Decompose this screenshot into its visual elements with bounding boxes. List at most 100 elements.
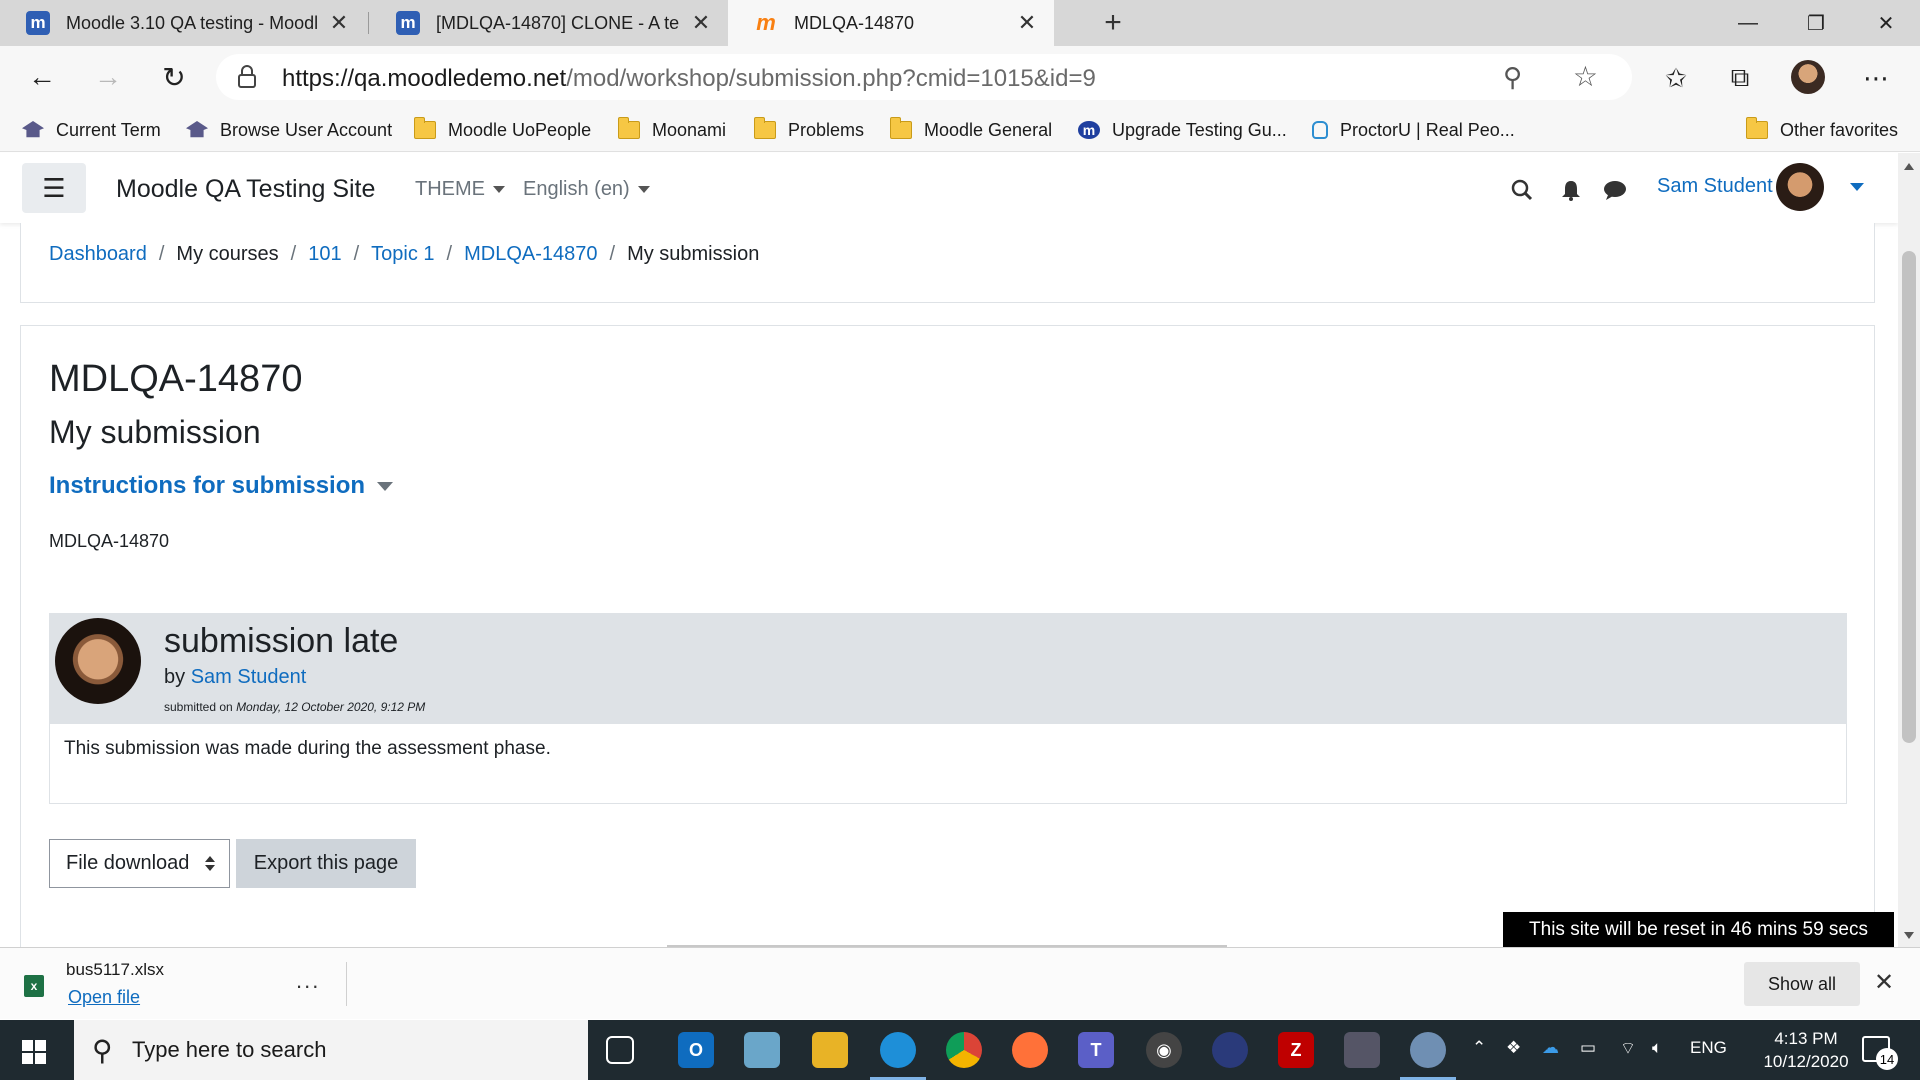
- breadcrumb-topic[interactable]: Topic 1: [371, 243, 434, 265]
- file-explorer-icon[interactable]: [812, 1032, 848, 1068]
- forward-button[interactable]: →: [86, 56, 130, 98]
- tray-chevron-up-icon[interactable]: ⌃: [1472, 1038, 1486, 1058]
- favorites-icon[interactable]: ✩: [1658, 60, 1694, 96]
- breadcrumb-card: Dashboard / My courses / 101 / Topic 1 / MDLQA-1…: [20, 223, 1875, 303]
- moodle-navbar: ☰ Moodle QA Testing Site THEME English (…: [0, 153, 1898, 223]
- bookmark-label: Other favorites: [1780, 119, 1899, 140]
- filezilla-icon[interactable]: Z: [1278, 1032, 1314, 1068]
- zoom-icon[interactable]: ⚲: [1503, 62, 1522, 93]
- scroll-up-icon[interactable]: [1904, 163, 1914, 170]
- tab-title: Moodle 3.10 QA testing - Moodl: [66, 12, 318, 33]
- volume-icon[interactable]: 🔈︎: [1652, 1038, 1662, 1058]
- vpn-lock-icon[interactable]: [1212, 1032, 1248, 1068]
- bookmark-proctoru[interactable]: ProctorU | Real Peo...: [1312, 116, 1515, 144]
- bookmark-label: Browse User Account: [220, 119, 393, 140]
- restore-button[interactable]: ❐: [1782, 0, 1850, 46]
- language-menu-label: English (en): [523, 178, 630, 200]
- breadcrumb-activity[interactable]: MDLQA-14870: [464, 243, 597, 265]
- download-more-button[interactable]: ...: [296, 968, 320, 994]
- drawer-toggle-button[interactable]: ☰: [22, 163, 86, 213]
- media-player-icon[interactable]: ◉: [1146, 1032, 1182, 1068]
- taskbar-search-box[interactable]: ⚲ Type here to search: [74, 1020, 588, 1080]
- teams-icon[interactable]: T: [1078, 1032, 1114, 1068]
- search-icon[interactable]: [1509, 177, 1535, 203]
- url-path: /mod/workshop/submission.php?cmid=1015&i…: [566, 65, 1096, 92]
- language-menu[interactable]: English (en): [523, 178, 650, 201]
- search-icon: ⚲: [92, 1035, 113, 1066]
- onedrive-cloud-icon[interactable]: ☁: [1542, 1038, 1559, 1058]
- input-language[interactable]: ENG: [1690, 1038, 1727, 1058]
- close-window-button[interactable]: ✕: [1852, 0, 1920, 46]
- bookmark-label: Current Term: [56, 119, 161, 140]
- open-file-link[interactable]: Open file: [68, 987, 140, 1008]
- firefox-icon[interactable]: [1012, 1032, 1048, 1068]
- browser-tab-3-active[interactable]: m MDLQA-14870 ✕: [728, 0, 1054, 46]
- close-icon[interactable]: ✕: [1014, 10, 1040, 36]
- submitted-on-date: Monday, 12 October 2020, 9:12 PM: [236, 700, 426, 714]
- refresh-button[interactable]: ↻: [152, 56, 196, 98]
- chrome-icon[interactable]: [946, 1032, 982, 1068]
- breadcrumb-course[interactable]: 101: [308, 243, 341, 265]
- user-menu-caret-icon[interactable]: [1850, 183, 1864, 191]
- minimize-button[interactable]: —: [1714, 0, 1782, 46]
- bookmark-moodle-general[interactable]: Moodle General: [890, 116, 1052, 144]
- back-button[interactable]: ←: [20, 56, 64, 98]
- notifications-bell-icon[interactable]: [1558, 177, 1584, 203]
- breadcrumb-dashboard[interactable]: Dashboard: [49, 243, 147, 265]
- show-all-downloads-button[interactable]: Show all: [1744, 962, 1860, 1006]
- divider: [346, 962, 347, 1006]
- close-icon[interactable]: ✕: [688, 10, 714, 36]
- browser-tab-strip: m Moodle 3.10 QA testing - Moodl ✕ m [MD…: [0, 0, 1920, 46]
- browser-tab-1[interactable]: m Moodle 3.10 QA testing - Moodl ✕: [0, 0, 366, 46]
- favorite-star-icon[interactable]: ☆: [1573, 60, 1598, 93]
- breadcrumb: Dashboard / My courses / 101 / Topic 1 / MDLQA-1…: [49, 243, 759, 266]
- export-page-button[interactable]: Export this page: [236, 839, 416, 888]
- site-name[interactable]: Moodle QA Testing Site: [116, 175, 375, 204]
- paint-icon[interactable]: [1400, 1032, 1456, 1080]
- windows-start-icon[interactable]: [22, 1040, 46, 1064]
- bookmark-label: Moodle General: [924, 119, 1053, 140]
- bookmark-other-favorites[interactable]: Other favorites: [1746, 116, 1898, 144]
- file-download-select[interactable]: File download: [49, 839, 230, 888]
- battery-icon[interactable]: ▭: [1580, 1038, 1596, 1058]
- windows-taskbar: ⚲ Type here to search O T ◉ Z ⌃ ❖ ☁ ▭ ⌔ …: [0, 1020, 1920, 1080]
- instructions-toggle[interactable]: Instructions for submission: [49, 472, 394, 500]
- scroll-down-icon[interactable]: [1904, 932, 1914, 939]
- edge-browser-icon[interactable]: [870, 1032, 926, 1080]
- theme-menu[interactable]: THEME: [415, 178, 505, 201]
- snipping-tool-icon[interactable]: [1344, 1032, 1380, 1068]
- bookmark-browse-user-account[interactable]: Browse User Account: [186, 116, 392, 144]
- user-name[interactable]: Sam Student: [1657, 175, 1773, 198]
- profile-avatar[interactable]: [1791, 60, 1825, 94]
- scroll-thumb[interactable]: [1902, 251, 1916, 743]
- collections-icon[interactable]: ⧉: [1722, 60, 1758, 96]
- bookmark-problems[interactable]: Problems: [754, 116, 864, 144]
- instructions-heading: Instructions for submission: [49, 472, 366, 499]
- action-center-icon[interactable]: 14: [1862, 1036, 1898, 1070]
- page-scrollbar[interactable]: [1898, 153, 1920, 947]
- notepad-icon[interactable]: [744, 1032, 780, 1068]
- messages-bubble-icon[interactable]: [1602, 177, 1628, 203]
- author-avatar[interactable]: [55, 618, 141, 704]
- more-menu-icon[interactable]: ⋯: [1858, 60, 1894, 96]
- new-tab-button[interactable]: +: [1096, 6, 1130, 40]
- task-view-icon[interactable]: [606, 1036, 634, 1064]
- close-icon[interactable]: ✕: [1874, 968, 1894, 997]
- page-subtitle: My submission: [49, 414, 261, 450]
- author-link[interactable]: Sam Student: [191, 666, 307, 688]
- submission-box: submission late by Sam Student submitted…: [49, 613, 1847, 804]
- bookmark-moonami[interactable]: Moonami: [618, 116, 726, 144]
- address-bar[interactable]: https://qa.moodledemo.net/mod/workshop/s…: [216, 54, 1632, 100]
- taskbar-clock[interactable]: 4:13 PM 10/12/2020: [1756, 1027, 1856, 1073]
- outlook-icon[interactable]: O: [678, 1032, 714, 1068]
- owl-icon: [1312, 121, 1328, 139]
- user-avatar[interactable]: [1776, 163, 1824, 211]
- browser-tab-2[interactable]: m [MDLQA-14870] CLONE - A teac ✕: [370, 0, 728, 46]
- dropbox-icon[interactable]: ❖: [1506, 1038, 1521, 1058]
- bookmark-moodle-uopeople[interactable]: Moodle UoPeople: [414, 116, 591, 144]
- by-prefix: by: [164, 666, 186, 688]
- bookmark-upgrade-testing[interactable]: m Upgrade Testing Gu...: [1078, 116, 1287, 144]
- wifi-icon[interactable]: ⌔: [1620, 1038, 1636, 1059]
- bookmark-current-term[interactable]: Current Term: [22, 116, 161, 144]
- close-icon[interactable]: ✕: [326, 10, 352, 36]
